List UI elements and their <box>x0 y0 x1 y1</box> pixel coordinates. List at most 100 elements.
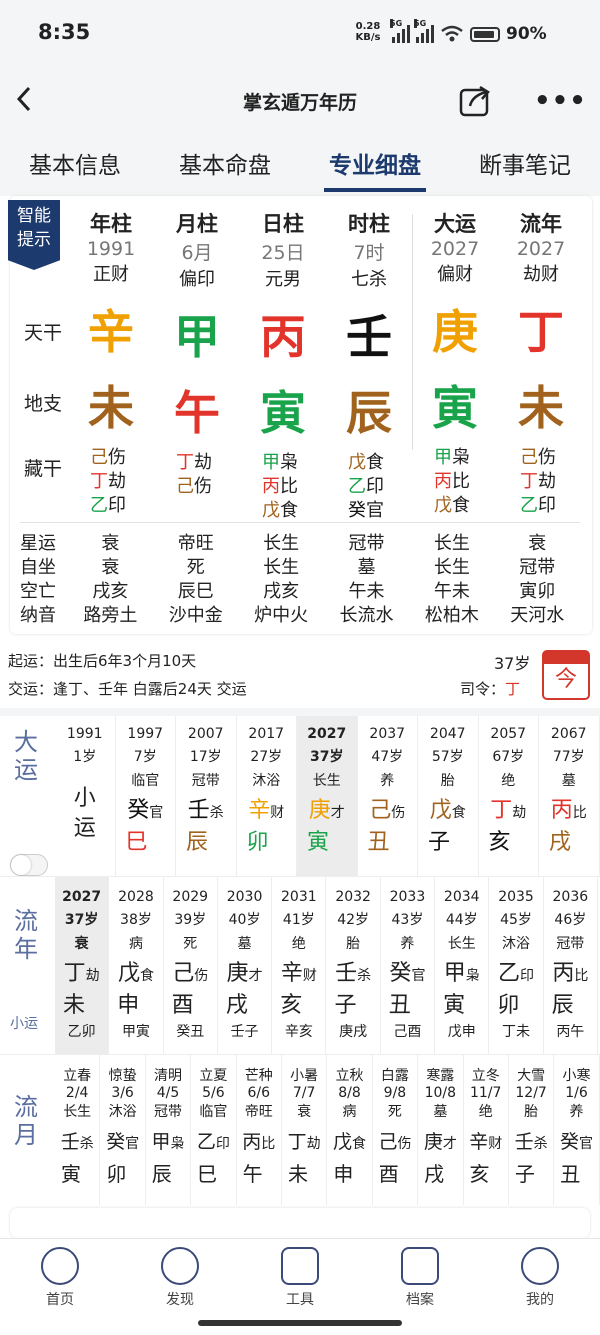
liuyue-state: 临官 <box>199 1104 228 1120</box>
liuyue-cell[interactable]: 大雪 12/7 胎壬杀子 <box>509 1055 555 1205</box>
nav-profile[interactable]: 我的 <box>480 1239 600 1335</box>
liunian-year: 2036 <box>552 889 589 905</box>
gan-char: 辛 <box>280 961 303 986</box>
liunian-age: 38岁 <box>120 912 152 928</box>
liunian-state: 胎 <box>346 936 361 952</box>
liunian-gan: 乙印 <box>489 959 542 991</box>
liuyue-jieqi: 白露 <box>380 1068 409 1084</box>
canggan-gan: 甲 <box>262 452 280 473</box>
dayun-zhi: 丑 <box>367 830 390 855</box>
gan-char: 丙 <box>242 1131 262 1153</box>
liuyue-state: 胎 <box>524 1104 539 1120</box>
nav-home[interactable]: 首页 <box>0 1239 120 1335</box>
xiaoyun-toggle[interactable] <box>10 854 48 876</box>
canggan-gan: 乙 <box>520 495 538 516</box>
stats-row: 星运 衰 帝旺 长生 冠带 长生 衰 <box>20 532 580 556</box>
gan-char: 癸 <box>106 1131 126 1153</box>
smart-tip-badge[interactable]: 智能提示 <box>8 200 60 270</box>
liuyue-jieqi: 立春 <box>63 1068 92 1084</box>
dayun-heading: 大运 <box>14 728 38 784</box>
dayun-zhi: 寅 <box>307 830 330 855</box>
dayun-cell[interactable]: 2017 27岁 沐浴 辛财卯 <box>237 716 297 884</box>
liuyue-cell[interactable]: 立夏 5/6 临官 乙印巳 <box>191 1055 237 1205</box>
canggan-shishen: 印 <box>538 495 556 516</box>
liuyue-cell[interactable]: 立冬 11/7 绝辛财亥 <box>464 1055 509 1205</box>
liuyue-cell[interactable]: 小暑 7/7 衰丁劫未 <box>282 1055 328 1205</box>
pillar-gan: 辛 <box>88 305 134 359</box>
dayun-cell[interactable]: 1991 1岁 小运 <box>55 716 116 884</box>
dayun-age: 77岁 <box>552 749 585 765</box>
liuyue-cell[interactable]: 寒露 10/8 墓庚才戌 <box>418 1055 464 1205</box>
liunian-cell[interactable]: 2032 42岁胎壬杀子庚戌 <box>326 877 381 1055</box>
stats-value: 衰 <box>101 533 120 554</box>
dayun-cell[interactable]: 2047 57岁胎戊食子 <box>418 716 479 884</box>
dayun-cell[interactable]: 2067 77岁墓丙比戌 <box>539 716 600 884</box>
gan-shishen: 杀 <box>533 1136 548 1152</box>
liuyue-gan: 癸官 <box>100 1127 144 1159</box>
dayun-cell[interactable]: 2057 67岁绝丁劫亥 <box>479 716 539 884</box>
dayun-cell[interactable]: 2007 17岁 冠带 壬杀辰 <box>176 716 237 884</box>
liuyue-jieqi: 寒露 <box>426 1068 455 1084</box>
gan-char: 壬 <box>60 1131 80 1153</box>
tab-notes[interactable]: 断事笔记 <box>450 134 600 196</box>
liunian-cell[interactable]: 2028 38岁病戊食申甲寅 <box>109 877 164 1055</box>
liuyue-cell[interactable]: 小寒 1/6 养癸官丑 <box>554 1055 600 1205</box>
canggan-shishen: 官 <box>366 500 384 521</box>
dayun-cell[interactable]: 2027 37岁 长生 庚才寅 <box>297 716 358 884</box>
more-button[interactable]: ••• <box>534 86 587 116</box>
tab-professional[interactable]: 专业细盘 <box>300 134 450 196</box>
liunian-age: 46岁 <box>554 912 587 928</box>
canggan-shishen: 伤 <box>108 447 126 468</box>
liuyue-cell[interactable]: 惊蛰 3/6 沐浴 癸官卯 <box>100 1055 146 1205</box>
liunian-zhi: 酉 <box>171 993 194 1018</box>
dayun-age: 37岁 <box>310 749 344 765</box>
pillar-zhi: 未 <box>88 381 134 435</box>
dayun-cell[interactable]: 2037 47岁养己伤丑 <box>358 716 418 884</box>
liuyue-date: 5/6 <box>202 1085 225 1101</box>
liuyue-cell[interactable]: 芒种 6/6 帝旺 丙比午 <box>237 1055 282 1205</box>
canggan-shishen: 劫 <box>538 471 556 492</box>
stats-table: 星运衰帝旺 长生 冠带 长生衰自坐衰死长生墓长生 冠带 空亡 戌亥 辰巳 戌亥 午未 午未 寅卯 纳音路… <box>20 532 580 628</box>
dayun-gan: 丙比 <box>539 796 599 828</box>
liuyue-gan: 丙比 <box>237 1127 281 1159</box>
tab-bar: 基本信息 基本命盘 专业细盘 断事笔记 <box>0 134 600 196</box>
nav-tools-label: 工具 <box>286 1292 314 1308</box>
liunian-year: 2030 <box>226 889 263 905</box>
canggan-shishen: 伤 <box>538 447 556 468</box>
liuyue-cell[interactable]: 立春 2/4 长生 壬杀寅 <box>55 1055 101 1205</box>
dayun-cell[interactable]: 1997 7岁 临官 癸官巳 <box>116 716 176 884</box>
canggan-item: 甲枭 <box>434 446 498 470</box>
liunian-cell[interactable]: 2036 46岁 冠带 丙比辰丙午 <box>544 877 598 1055</box>
liunian-cell[interactable]: 2035 45岁 沐浴 乙印卯丁未 <box>489 877 544 1055</box>
liuyue-cell[interactable]: 立秋 8/8 病戊食申 <box>327 1055 373 1205</box>
stats-value: 墓 <box>357 557 376 578</box>
liuyue-date: 10/8 <box>424 1085 457 1101</box>
share-icon[interactable] <box>458 84 492 118</box>
liuyue-cell[interactable]: 白露 9/8 死己伤酉 <box>373 1055 419 1205</box>
liunian-cell[interactable]: 2031 41岁绝辛财亥辛亥 <box>272 877 327 1055</box>
pillar-5: 流年 2027 劫财丁未己伤 丁劫 乙印 <box>498 208 584 518</box>
liuyue-gan: 乙印 <box>191 1127 235 1159</box>
stats-value: 戌亥 <box>92 581 129 602</box>
liunian-cell[interactable]: 2029 39岁死己伤酉癸丑 <box>164 877 218 1055</box>
liunian-cell[interactable]: 2033 43岁养癸官丑己酉 <box>381 877 436 1055</box>
liuyue-cell[interactable]: 清明 4/5 冠带 甲枭辰 <box>146 1055 192 1205</box>
liunian-cell[interactable]: 2030 40岁墓庚才戌壬子 <box>218 877 273 1055</box>
tab-basic-chart[interactable]: 基本命盘 <box>150 134 300 196</box>
liunian-cell[interactable]: 2027 37岁衰丁劫未乙卯 <box>55 877 110 1055</box>
liunian-cell[interactable]: 2034 44岁 长生 甲枭寅戊申 <box>435 877 490 1055</box>
calendar-today-icon[interactable]: 今 <box>542 650 590 700</box>
stats-value: 长生 <box>263 557 300 578</box>
tab-basic-info[interactable]: 基本信息 <box>0 134 150 196</box>
pillar-zhi: 未 <box>518 381 564 435</box>
gan-shishen: 杀 <box>79 1136 94 1152</box>
stats-value: 午未 <box>348 581 385 602</box>
gan-char: 乙 <box>498 961 521 986</box>
liuyue-gan: 戊食 <box>327 1127 371 1159</box>
canggan-item: 丁劫 <box>176 451 240 475</box>
liuyue-zhi: 子 <box>514 1162 535 1186</box>
canggan-gan: 丁 <box>520 471 538 492</box>
liuyue-gan: 壬杀 <box>509 1127 553 1159</box>
dayun-grid: 1991 1岁 小运 1997 7岁 临官 癸官巳 2007 17岁 冠带 壬杀辰 2017 27岁 沐浴… <box>55 716 600 884</box>
dayun-year: 2017 <box>248 726 285 742</box>
